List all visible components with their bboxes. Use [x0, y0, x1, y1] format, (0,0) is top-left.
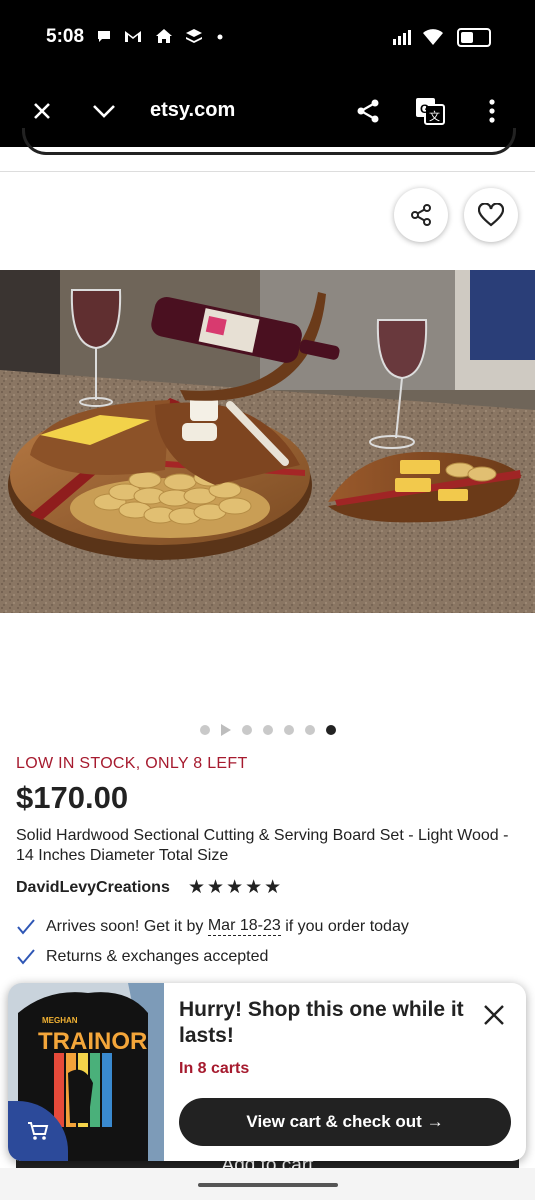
carousel-indicators[interactable]: [0, 724, 535, 736]
notification-icons: [96, 28, 224, 49]
share-icon: [411, 204, 431, 226]
url-text[interactable]: etsy.com: [150, 99, 235, 122]
carousel-dot[interactable]: [262, 725, 273, 735]
carousel-dot-active[interactable]: [325, 725, 336, 735]
arrives-suffix: if you order today: [280, 917, 409, 935]
heart-icon: [478, 203, 504, 227]
product-image[interactable]: [0, 270, 535, 613]
gmail-icon: [125, 31, 142, 42]
carousel-dot[interactable]: [304, 725, 315, 735]
chevron-down-icon[interactable]: [86, 93, 122, 129]
search-bar-edge: [22, 128, 516, 155]
home-gesture-handle[interactable]: [198, 1183, 338, 1187]
header-divider: [0, 171, 535, 172]
carousel-dot[interactable]: [199, 725, 210, 735]
dot-icon: [217, 34, 223, 40]
cart-item-thumbnail[interactable]: MEGHAN TRAINOR: [8, 983, 164, 1161]
rating-stars[interactable]: ★★★★★: [188, 876, 283, 899]
svg-text:G: G: [420, 102, 429, 116]
status-right: [392, 26, 491, 47]
product-title: Solid Hardwood Sectional Cutting & Servi…: [16, 827, 509, 864]
status-time: 5:08: [46, 26, 85, 47]
carousel-dot[interactable]: [283, 725, 294, 735]
wifi-icon: [422, 29, 443, 46]
arrives-date[interactable]: Mar 18-23: [207, 917, 281, 936]
status-bar: 5:08: [0, 0, 535, 75]
signal-icon: [392, 29, 411, 46]
cart-icon: [28, 1122, 49, 1140]
battery-icon: [457, 27, 491, 47]
share-button[interactable]: [394, 188, 448, 242]
translate-icon[interactable]: G文: [412, 93, 448, 129]
share-icon[interactable]: [350, 93, 386, 129]
delivery-info: Arrives soon! Get it by Mar 18-23 if you…: [16, 917, 409, 936]
arrives-prefix: Arrives soon! Get it by: [46, 917, 208, 935]
stock-notice: LOW IN STOCK, ONLY 8 LEFT: [16, 755, 248, 772]
checkmark-icon: [17, 949, 35, 965]
returns-text: Returns & exchanges accepted: [46, 948, 269, 965]
shirt-text-main: TRAINOR: [38, 1028, 147, 1055]
close-icon[interactable]: [480, 1001, 508, 1029]
shop-name-link[interactable]: DavidLevyCreations: [16, 879, 170, 897]
carts-count: In 8 carts: [179, 1060, 250, 1077]
price: $170.00: [16, 780, 129, 815]
more-menu-icon[interactable]: [474, 93, 510, 129]
returns-info: Returns & exchanges accepted: [16, 948, 268, 966]
carousel-dot[interactable]: [241, 725, 252, 735]
checkmark-icon: [17, 918, 35, 935]
home-icon: [155, 29, 172, 43]
view-cart-button[interactable]: View cart & check out →: [179, 1098, 511, 1146]
layers-icon: [186, 29, 203, 43]
popup-headline: Hurry! Shop this one while it lasts!: [179, 998, 464, 1047]
favorite-button[interactable]: [464, 188, 518, 242]
svg-text:文: 文: [429, 109, 440, 123]
shirt-text-top: MEGHAN: [42, 1016, 78, 1025]
close-icon[interactable]: [24, 93, 60, 129]
system-nav-bar: [0, 1168, 535, 1200]
chat-icon: [98, 31, 110, 42]
cart-urgency-popup: MEGHAN TRAINOR Hurry! Shop this one whil…: [8, 983, 526, 1161]
video-play-icon[interactable]: [220, 724, 231, 736]
